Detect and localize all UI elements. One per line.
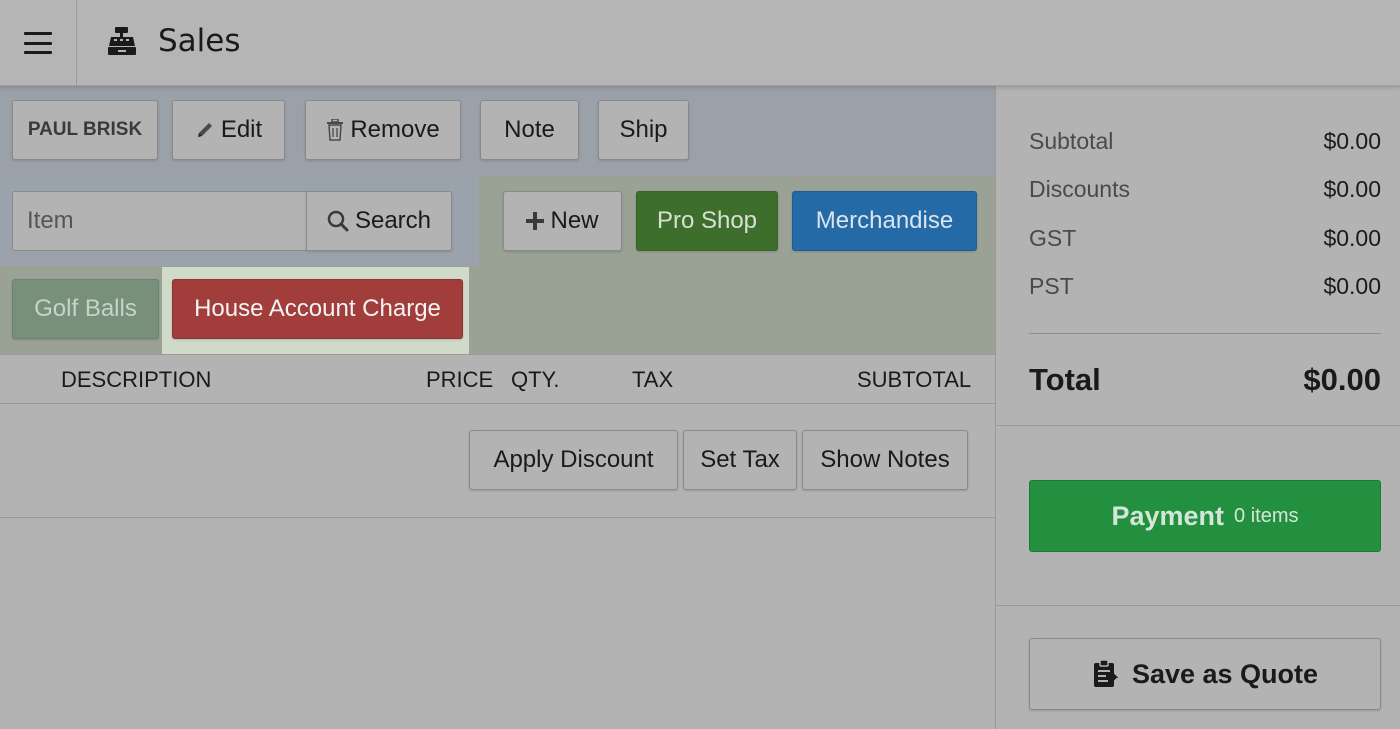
remove-button[interactable]: Remove [305,100,461,160]
apply-discount-label: Apply Discount [493,446,654,473]
payment-item-count: 0 items [1234,504,1299,527]
summary-divider [1029,333,1381,334]
remove-label: Remove [350,116,440,143]
edit-label: Edit [220,116,263,143]
column-price: PRICE [426,367,494,392]
show-notes-button[interactable]: Show Notes [802,430,968,490]
pro-shop-button[interactable]: Pro Shop [636,191,778,251]
subtotal-label: Subtotal [1029,128,1114,154]
note-label: Note [504,116,555,143]
save-as-quote-label: Save as Quote [1131,658,1319,689]
pencil-icon [195,120,215,140]
sale-panel: PAUL BRISK Edit Remove Note Ship Item Se… [0,86,995,729]
pst-label: PST [1029,273,1074,299]
show-notes-label: Show Notes [820,446,950,473]
item-search-area: Item Search New Pro Shop Merchandise Gol… [0,176,995,354]
cash-register-icon [108,27,136,55]
column-subtotal: SUBTOTAL [857,367,972,392]
column-tax: TAX [632,367,674,392]
search-bar: Item Search [0,176,479,266]
pst-value: $0.00 [1323,273,1381,299]
page-header: Sales [106,20,241,62]
pro-shop-label: Pro Shop [656,207,758,234]
discounts-row: Discounts $0.00 [1029,176,1381,206]
customer-bar: PAUL BRISK Edit Remove Note Ship [0,86,995,176]
search-button[interactable]: Search [306,191,452,251]
plus-icon [526,212,545,230]
search-label: Search [354,207,432,234]
edit-button[interactable]: Edit [172,100,285,160]
total-row: Total $0.00 [1029,362,1381,402]
ship-button[interactable]: Ship [598,100,689,160]
subtotal-row: Subtotal $0.00 [1029,128,1381,158]
item-search-input[interactable]: Item [12,191,308,251]
column-qty: QTY. [511,367,560,392]
customer-button[interactable]: PAUL BRISK [12,100,158,160]
house-account-charge-button[interactable]: House Account Charge [172,279,463,339]
top-bar: Sales [0,0,1400,86]
ship-label: Ship [619,116,668,143]
discounts-label: Discounts [1029,176,1130,202]
clipboard-icon [1092,659,1118,689]
pst-row: PST $0.00 [1029,273,1381,303]
golf-balls-label: Golf Balls [34,295,137,322]
menu-button[interactable] [0,0,77,86]
total-value: $0.00 [1303,362,1381,397]
search-icon [327,210,349,232]
gst-value: $0.00 [1323,225,1381,251]
payment-button[interactable]: Payment 0 items [1029,480,1381,552]
line-items-header: DESCRIPTION PRICE QTY. TAX SUBTOTAL [0,354,995,404]
gst-row: GST $0.00 [1029,225,1381,255]
merchandise-label: Merchandise [815,207,954,234]
apply-discount-button[interactable]: Apply Discount [469,430,678,490]
divider [996,425,1400,426]
line-actions: Apply Discount Set Tax Show Notes [0,404,995,518]
hamburger-icon [24,32,52,54]
new-item-button[interactable]: New [503,191,622,251]
gst-label: GST [1029,225,1077,251]
trash-icon [326,119,344,141]
payment-label: Payment [1111,500,1225,531]
page-title: Sales [158,23,241,59]
set-tax-button[interactable]: Set Tax [683,430,797,490]
total-label: Total [1029,362,1101,397]
new-label: New [550,207,599,234]
set-tax-label: Set Tax [700,446,780,473]
house-account-charge-label: House Account Charge [194,295,441,322]
save-as-quote-button[interactable]: Save as Quote [1029,638,1381,710]
note-button[interactable]: Note [480,100,579,160]
golf-balls-button[interactable]: Golf Balls [12,279,159,339]
subtotal-value: $0.00 [1323,128,1381,154]
merchandise-button[interactable]: Merchandise [792,191,977,251]
totals-panel: Subtotal $0.00 Discounts $0.00 GST $0.00… [995,86,1400,729]
customer-name: PAUL BRISK [27,119,143,140]
column-description: DESCRIPTION [61,367,212,392]
divider [996,605,1400,606]
discounts-value: $0.00 [1323,176,1381,202]
search-placeholder: Item [27,207,74,234]
